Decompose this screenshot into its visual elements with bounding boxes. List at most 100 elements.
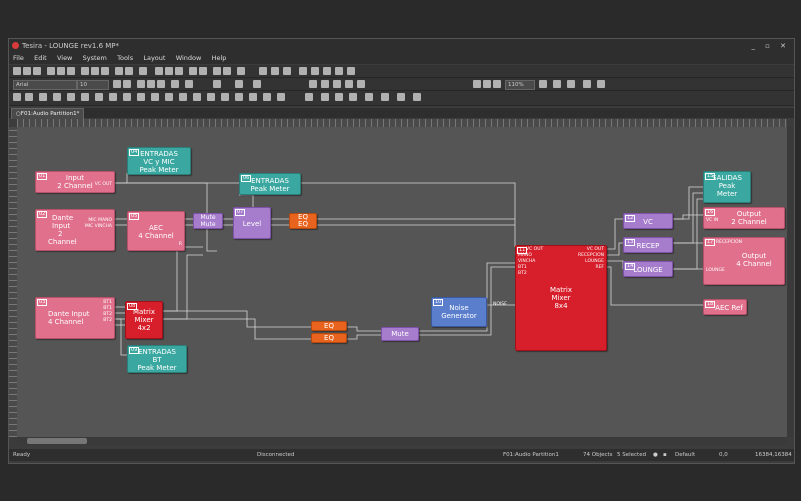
compile-icon[interactable]	[311, 67, 319, 75]
menu-file[interactable]: File	[9, 53, 28, 64]
mute-block-1[interactable]: Mute Mute	[193, 213, 223, 229]
draw-arc-icon[interactable]	[109, 93, 117, 101]
noise-generator-block[interactable]: 10 Noise Generator	[431, 297, 487, 327]
draw-text-icon[interactable]	[81, 93, 89, 101]
open-icon[interactable]	[23, 67, 31, 75]
route-icon[interactable]	[321, 93, 329, 101]
color3-icon[interactable]	[165, 93, 173, 101]
eq-block-b1[interactable]: EQ	[311, 321, 347, 331]
matrix-mixer-8x4-block[interactable]: 11 VC OUT MANO VINCHA BT1 BT2 VC OUT REC…	[515, 245, 607, 351]
arrange-icon[interactable]	[309, 80, 317, 88]
calc-icon[interactable]	[335, 67, 343, 75]
align-right-icon[interactable]	[157, 80, 165, 88]
aec-4ch-block[interactable]: 05 AEC 4 Channel R	[127, 211, 185, 251]
connect-icon[interactable]	[299, 67, 307, 75]
copy-icon[interactable]	[165, 67, 173, 75]
menu-edit[interactable]: Edit	[30, 53, 51, 64]
italic-icon[interactable]	[123, 80, 131, 88]
eq-block-a[interactable]: EQ EQ	[289, 213, 317, 229]
menu-window[interactable]: Window	[172, 53, 206, 64]
align-icon[interactable]	[345, 80, 353, 88]
font-family-select[interactable]: Arial	[13, 80, 77, 90]
route2-icon[interactable]	[335, 93, 343, 101]
aec-ref-block[interactable]: 18 AEC Ref	[703, 299, 747, 315]
redo-icon[interactable]	[199, 67, 207, 75]
design-canvas[interactable]: 01 Input 2 Channel VC OUT 02 Dante Input…	[17, 127, 787, 437]
select2-icon[interactable]	[305, 93, 313, 101]
color5-icon[interactable]	[193, 93, 201, 101]
peak-meter-bt-block[interactable]: 09 ENTRADAS BT Peak Meter	[127, 345, 187, 373]
color8-icon[interactable]	[235, 93, 243, 101]
print-icon[interactable]	[47, 67, 55, 75]
save-icon[interactable]	[33, 67, 41, 75]
zoom-in-icon[interactable]	[473, 80, 481, 88]
tab-audio-partition[interactable]: ○F01:Audio Partition1*	[11, 108, 85, 119]
level-block[interactable]: 07 Level	[233, 207, 271, 239]
mute-block-2[interactable]: Mute	[381, 327, 419, 341]
align-center-icon[interactable]	[147, 80, 155, 88]
layout-icon[interactable]	[67, 67, 75, 75]
replace-icon[interactable]	[223, 67, 231, 75]
menu-view[interactable]: View	[53, 53, 76, 64]
lock-icon[interactable]: ▪	[663, 449, 667, 461]
recep-level-block[interactable]: 13 RECEP	[623, 237, 673, 253]
color9-icon[interactable]	[249, 93, 257, 101]
color2-icon[interactable]	[151, 93, 159, 101]
find-icon[interactable]	[213, 67, 221, 75]
tool2-icon[interactable]	[91, 67, 99, 75]
cut-icon[interactable]	[155, 67, 163, 75]
menu-tools[interactable]: Tools	[113, 53, 137, 64]
eye-icon[interactable]: ●	[653, 449, 658, 461]
line-width-icon[interactable]	[253, 80, 261, 88]
input-2ch-block[interactable]: 01 Input 2 Channel VC OUT	[35, 171, 115, 193]
menu-system[interactable]: System	[79, 53, 111, 64]
zoom-out-icon[interactable]	[483, 80, 491, 88]
menu-help[interactable]: Help	[208, 53, 231, 64]
status-layer[interactable]: Default	[675, 449, 695, 461]
paste-icon[interactable]	[175, 67, 183, 75]
draw-line-icon[interactable]	[25, 93, 33, 101]
peak-meter-salidas-block[interactable]: 15 SALIDAS Peak Meter	[703, 171, 751, 203]
color11-icon[interactable]	[277, 93, 285, 101]
draw-wire-icon[interactable]	[39, 93, 47, 101]
checkbox-icon[interactable]	[115, 67, 123, 75]
fill-color-icon[interactable]	[171, 80, 179, 88]
list-icon[interactable]	[347, 67, 355, 75]
output-2ch-block[interactable]: 16 Output 2 Channel VC IN	[703, 207, 785, 229]
tree-icon[interactable]	[283, 67, 291, 75]
color4-icon[interactable]	[179, 93, 187, 101]
window-controls[interactable]: _ ▫ ✕	[751, 39, 790, 53]
settings2-icon[interactable]	[397, 93, 405, 101]
pan-icon[interactable]	[567, 80, 575, 88]
grid-toggle-icon[interactable]	[583, 80, 591, 88]
text-color-icon[interactable]	[213, 80, 221, 88]
scroll-thumb[interactable]	[27, 438, 87, 444]
device-icon[interactable]	[271, 67, 279, 75]
fit-width-icon[interactable]	[539, 80, 547, 88]
horizontal-scrollbar[interactable]	[17, 437, 787, 445]
tool3-icon[interactable]	[101, 67, 109, 75]
network-icon[interactable]	[259, 67, 267, 75]
mail-icon[interactable]	[139, 67, 147, 75]
output-4ch-block[interactable]: 17 RECEPCION Output 4 Channel LOUNGE	[703, 237, 785, 285]
draw-poly-icon[interactable]	[95, 93, 103, 101]
color1-icon[interactable]	[137, 93, 145, 101]
group-icon[interactable]	[321, 80, 329, 88]
tool-icon[interactable]	[81, 67, 89, 75]
fit-height-icon[interactable]	[553, 80, 561, 88]
zoom-select[interactable]: 110%	[505, 80, 535, 90]
lounge-level-block[interactable]: 14 LOUNGE	[623, 261, 673, 277]
color7-icon[interactable]	[221, 93, 229, 101]
peak-meter-entradas-block[interactable]: 06 ENTRADAS Peak Meter	[239, 173, 301, 195]
draw-image-icon[interactable]	[123, 93, 131, 101]
line-color-icon[interactable]	[185, 80, 193, 88]
line-style-icon[interactable]	[235, 80, 243, 88]
color6-icon[interactable]	[207, 93, 215, 101]
snap-icon[interactable]	[597, 80, 605, 88]
dropdown-icon[interactable]	[413, 93, 421, 101]
help-icon[interactable]	[237, 67, 245, 75]
bold-icon[interactable]	[113, 80, 121, 88]
image-icon[interactable]	[125, 67, 133, 75]
menu-layout[interactable]: Layout	[139, 53, 169, 64]
vertical-scrollbar[interactable]	[787, 127, 794, 437]
